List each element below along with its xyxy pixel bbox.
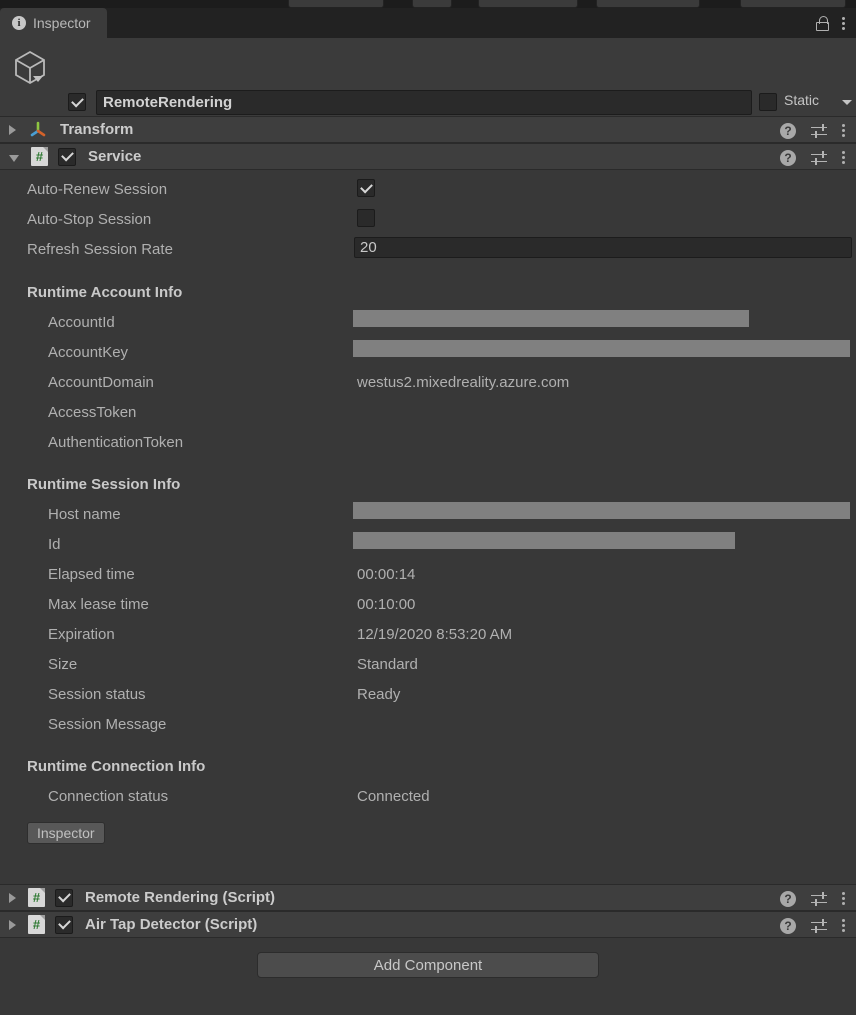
inspector-button[interactable]: Inspector	[27, 822, 105, 844]
property-label-session-message: Session Message	[48, 716, 167, 733]
help-icon[interactable]: ?	[780, 122, 796, 139]
preset-settings-icon[interactable]	[811, 123, 827, 138]
property-label-authenticationtoken: AuthenticationToken	[48, 434, 184, 451]
component-enable-checkbox[interactable]	[55, 915, 73, 934]
property-label-accountid: AccountId	[48, 314, 115, 331]
chevron-down-icon[interactable]	[33, 76, 43, 82]
kebab-menu-icon[interactable]	[842, 151, 846, 164]
foldout-arrow-icon[interactable]	[9, 124, 16, 135]
add-component-label: Add Component	[373, 956, 483, 974]
add-component-button[interactable]: Add Component	[257, 952, 599, 978]
group-header-runtime-session-info: Runtime Session Info	[27, 476, 181, 493]
auto-renew-session-checkbox[interactable]	[357, 179, 375, 197]
kebab-menu-icon[interactable]	[842, 124, 846, 137]
property-label-auto-renew-session: Auto-Renew Session	[27, 181, 168, 198]
component-header-remote-rendering[interactable]: # Remote Rendering (Script) ?	[0, 884, 856, 911]
panel-tab-bar: i Inspector	[0, 8, 856, 38]
toolbar-button[interactable]	[596, 0, 700, 8]
gameobject-name-input[interactable]: RemoteRendering	[96, 90, 752, 115]
preset-settings-icon[interactable]	[811, 891, 827, 906]
redacted-value-host-name	[353, 502, 850, 519]
property-label-accountkey: AccountKey	[48, 344, 129, 361]
gameobject-enable-checkbox[interactable]	[68, 93, 86, 111]
inspector-panel: RemoteRendering Static Tag Untagged Laye…	[0, 38, 856, 1015]
kebab-menu-icon[interactable]	[842, 892, 846, 905]
property-value-max-lease-time: 00:10:00	[357, 596, 416, 613]
component-actions: ?	[780, 885, 846, 912]
gameobject-header: RemoteRendering Static Tag Untagged Laye…	[0, 38, 856, 147]
property-label-accountdomain: AccountDomain	[48, 374, 154, 391]
component-actions: ?	[780, 912, 846, 939]
property-label-host-name: Host name	[48, 506, 121, 523]
inspector-button-label: Inspector	[37, 825, 95, 841]
help-icon[interactable]: ?	[780, 890, 796, 907]
property-label-expiration: Expiration	[48, 626, 115, 643]
redacted-value-accountid	[353, 310, 749, 327]
static-checkbox[interactable]	[759, 93, 777, 111]
toolbar-button[interactable]	[412, 0, 452, 8]
add-component-zone: Add Component	[0, 938, 856, 998]
property-value-session-status: Ready	[357, 686, 401, 703]
property-label-auto-stop-session: Auto-Stop Session	[27, 211, 152, 228]
lock-icon[interactable]	[816, 15, 829, 31]
property-value-accountdomain: westus2.mixedreality.azure.com	[357, 374, 570, 391]
property-value-elapsed-time: 00:00:14	[357, 566, 416, 583]
property-label-accesstoken: AccessToken	[48, 404, 137, 421]
foldout-arrow-icon[interactable]	[9, 892, 16, 903]
toolbar-button[interactable]	[478, 0, 578, 8]
redacted-value-id	[353, 532, 735, 549]
transform-gizmo-icon	[28, 120, 48, 140]
toolbar-button[interactable]	[740, 0, 846, 8]
editor-toolbar-strip	[0, 0, 856, 8]
component-enable-checkbox[interactable]	[55, 888, 73, 907]
csharp-script-icon: #	[28, 888, 45, 907]
property-label-max-lease-time: Max lease time	[48, 596, 149, 613]
property-label-session-status: Session status	[48, 686, 146, 703]
property-value-expiration: 12/19/2020 8:53:20 AM	[357, 626, 513, 643]
help-icon[interactable]: ?	[780, 149, 796, 166]
info-icon: i	[12, 16, 26, 30]
foldout-arrow-icon[interactable]	[9, 154, 19, 162]
component-enable-checkbox[interactable]	[58, 147, 76, 166]
refresh-session-rate-input[interactable]: 20	[354, 237, 852, 258]
component-title: Air Tap Detector (Script)	[85, 916, 258, 933]
property-label-connection-status: Connection status	[48, 788, 169, 805]
component-title: Transform	[60, 121, 134, 138]
component-header-transform[interactable]: Transform ?	[0, 116, 856, 143]
property-value-size: Standard	[357, 656, 418, 673]
component-actions: ?	[780, 144, 846, 171]
toolbar-button[interactable]	[288, 0, 384, 8]
component-header-service[interactable]: # Service ?	[0, 143, 856, 170]
csharp-script-icon: #	[31, 147, 48, 166]
redacted-value-accountkey	[353, 340, 850, 357]
service-properties: Auto-Renew Session Auto-Stop Session Ref…	[0, 170, 856, 884]
tab-label: Inspector	[33, 15, 91, 31]
kebab-menu-icon[interactable]	[842, 16, 846, 30]
refresh-session-rate-value: 20	[360, 239, 377, 256]
help-icon[interactable]: ?	[780, 917, 796, 934]
property-label-id: Id	[48, 536, 61, 553]
foldout-arrow-icon[interactable]	[9, 919, 16, 930]
property-value-connection-status: Connected	[357, 788, 430, 805]
gameobject-name-value: RemoteRendering	[103, 94, 233, 111]
group-header-runtime-connection-info: Runtime Connection Info	[27, 758, 206, 775]
csharp-script-icon: #	[28, 915, 45, 934]
tab-inspector[interactable]: i Inspector	[0, 8, 107, 38]
component-title: Remote Rendering (Script)	[85, 889, 276, 906]
kebab-menu-icon[interactable]	[842, 919, 846, 932]
property-label-size: Size	[48, 656, 78, 673]
group-header-runtime-account-info: Runtime Account Info	[27, 284, 183, 301]
preset-settings-icon[interactable]	[811, 150, 827, 165]
component-header-air-tap-detector[interactable]: # Air Tap Detector (Script) ?	[0, 911, 856, 938]
cube-icon[interactable]	[10, 47, 50, 87]
property-label-elapsed-time: Elapsed time	[48, 566, 135, 583]
auto-stop-session-checkbox[interactable]	[357, 209, 375, 227]
static-dropdown-arrow-icon[interactable]	[842, 100, 852, 105]
static-label: Static	[784, 92, 820, 108]
component-title: Service	[88, 148, 142, 165]
component-actions: ?	[780, 117, 846, 144]
preset-settings-icon[interactable]	[811, 918, 827, 933]
tab-bar-actions	[816, 8, 846, 38]
property-label-refresh-session-rate: Refresh Session Rate	[27, 241, 173, 258]
